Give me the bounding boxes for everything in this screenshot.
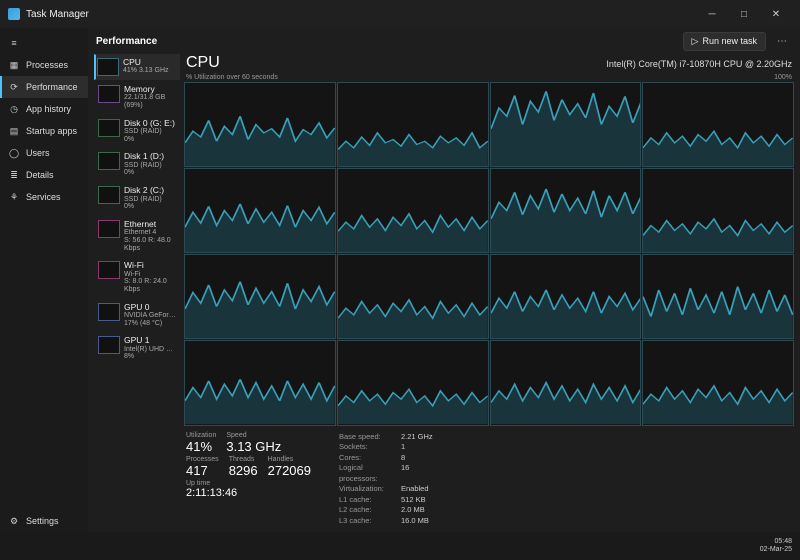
cpu-core-grid bbox=[184, 82, 794, 426]
thumb-icon bbox=[98, 336, 120, 354]
perf-item-gpu-0[interactable]: GPU 0NVIDIA GeFor…17% (48 °C) bbox=[94, 299, 180, 332]
stat-l3: 16.0 MB bbox=[401, 516, 429, 527]
stat-l2: 2.0 MB bbox=[401, 505, 425, 516]
minimize-button[interactable]: ─ bbox=[696, 0, 728, 28]
perf-item-memory[interactable]: Memory22.1/31.8 GB (69%) bbox=[94, 81, 180, 114]
stat-processes: 417 bbox=[186, 463, 219, 478]
core-chart-4 bbox=[184, 168, 336, 253]
nav-icon: ⟳ bbox=[8, 81, 20, 93]
perf-item-ethernet[interactable]: EthernetEthernet 4S: 56.0 R: 48.0 Kbps bbox=[94, 216, 180, 256]
cpu-model: Intel(R) Core(TM) i7-10870H CPU @ 2.20GH… bbox=[606, 59, 792, 69]
nav-icon: ⚘ bbox=[8, 191, 20, 203]
stat-cores: 8 bbox=[401, 453, 405, 464]
core-chart-9 bbox=[337, 254, 489, 339]
cpu-stats: Utilization41% Speed3.13 GHz Processes41… bbox=[184, 426, 794, 529]
core-chart-11 bbox=[642, 254, 794, 339]
stat-speed: 3.13 GHz bbox=[226, 439, 281, 454]
perf-resource-list: CPU41% 3.13 GHzMemory22.1/31.8 GB (69%)D… bbox=[94, 54, 180, 528]
close-button[interactable]: ✕ bbox=[760, 0, 792, 28]
nav-icon: ▦ bbox=[8, 59, 20, 71]
core-chart-14 bbox=[490, 340, 642, 425]
nav-item-app-history[interactable]: ◷ App history bbox=[0, 98, 88, 120]
core-chart-6 bbox=[490, 168, 642, 253]
detail-title: CPU bbox=[186, 54, 220, 72]
core-chart-0 bbox=[184, 82, 336, 167]
nav-item-services[interactable]: ⚘ Services bbox=[0, 186, 88, 208]
core-chart-3 bbox=[642, 82, 794, 167]
stat-utilization: 41% bbox=[186, 439, 216, 454]
core-chart-5 bbox=[337, 168, 489, 253]
nav-label: App history bbox=[26, 104, 71, 114]
hamburger-menu[interactable]: ≡ bbox=[0, 32, 88, 54]
nav-icon: ◯ bbox=[8, 147, 20, 159]
core-chart-10 bbox=[490, 254, 642, 339]
core-chart-15 bbox=[642, 340, 794, 425]
core-chart-2 bbox=[490, 82, 642, 167]
titlebar: Task Manager ─ □ ✕ bbox=[0, 0, 800, 28]
system-clock[interactable]: 05:48 02-Mar-25 bbox=[760, 538, 792, 555]
thumb-icon bbox=[98, 220, 120, 238]
nav-label: Startup apps bbox=[26, 126, 77, 136]
stat-virt: Enabled bbox=[401, 484, 429, 495]
core-chart-12 bbox=[184, 340, 336, 425]
run-new-task-button[interactable]: ▷Run new task bbox=[683, 32, 766, 51]
more-button[interactable]: ⋯ bbox=[772, 36, 792, 47]
nav-icon: ▤ bbox=[8, 125, 20, 137]
nav-item-performance[interactable]: ⟳ Performance bbox=[0, 76, 88, 98]
stat-l1: 512 KB bbox=[401, 495, 426, 506]
nav-label: Processes bbox=[26, 60, 68, 70]
core-chart-7 bbox=[642, 168, 794, 253]
gear-icon: ⚙ bbox=[8, 515, 20, 527]
window-title: Task Manager bbox=[26, 9, 89, 20]
perf-item-disk-2-c-[interactable]: Disk 2 (C:)SSD (RAID)0% bbox=[94, 182, 180, 215]
perf-item-wi-fi[interactable]: Wi-FiWi-FiS: 8.0 R: 24.0 Kbps bbox=[94, 257, 180, 297]
perf-item-gpu-1[interactable]: GPU 1Intel(R) UHD …8% bbox=[94, 332, 180, 365]
thumb-icon bbox=[98, 186, 120, 204]
nav-item-details[interactable]: ≣ Details bbox=[0, 164, 88, 186]
menu-icon: ≡ bbox=[8, 37, 20, 49]
play-icon: ▷ bbox=[692, 36, 699, 47]
nav-item-startup-apps[interactable]: ▤ Startup apps bbox=[0, 120, 88, 142]
perf-item-disk-1-d-[interactable]: Disk 1 (D:)SSD (RAID)0% bbox=[94, 148, 180, 181]
app-icon bbox=[8, 8, 20, 20]
left-nav: ≡ ▦ Processes ⟳ Performance ◷ App history ▤ Sta… bbox=[0, 28, 88, 532]
core-chart-13 bbox=[337, 340, 489, 425]
nav-icon: ◷ bbox=[8, 103, 20, 115]
stat-threads: 8296 bbox=[229, 463, 258, 478]
nav-icon: ≣ bbox=[8, 169, 20, 181]
nav-item-processes[interactable]: ▦ Processes bbox=[0, 54, 88, 76]
nav-label: Services bbox=[26, 192, 61, 202]
chart-max: 100% bbox=[774, 74, 792, 81]
nav-label: Settings bbox=[26, 516, 59, 526]
nav-item-users[interactable]: ◯ Users bbox=[0, 142, 88, 164]
stat-handles: 272069 bbox=[268, 463, 311, 478]
perf-item-cpu[interactable]: CPU41% 3.13 GHz bbox=[94, 54, 180, 80]
nav-label: Performance bbox=[26, 82, 78, 92]
taskbar: 05:48 02-Mar-25 bbox=[0, 532, 800, 560]
thumb-icon bbox=[98, 152, 120, 170]
stat-base-speed: 2.21 GHz bbox=[401, 432, 433, 443]
nav-settings[interactable]: ⚙ Settings bbox=[0, 510, 88, 532]
thumb-icon bbox=[97, 58, 119, 76]
thumb-icon bbox=[98, 119, 120, 137]
core-chart-1 bbox=[337, 82, 489, 167]
thumb-icon bbox=[98, 303, 120, 321]
maximize-button[interactable]: □ bbox=[728, 0, 760, 28]
thumb-icon bbox=[98, 85, 120, 103]
stat-sockets: 1 bbox=[401, 442, 405, 453]
page-title: Performance bbox=[96, 36, 157, 47]
stat-uptime: 2:11:13:46 bbox=[186, 487, 311, 499]
thumb-icon bbox=[98, 261, 120, 279]
nav-label: Details bbox=[26, 170, 54, 180]
chart-caption: % Utilization over 60 seconds bbox=[186, 74, 278, 81]
nav-label: Users bbox=[26, 148, 50, 158]
stat-logical: 16 bbox=[401, 463, 409, 484]
core-chart-8 bbox=[184, 254, 336, 339]
perf-item-disk-0-g-e-[interactable]: Disk 0 (G: E:)SSD (RAID)0% bbox=[94, 115, 180, 148]
